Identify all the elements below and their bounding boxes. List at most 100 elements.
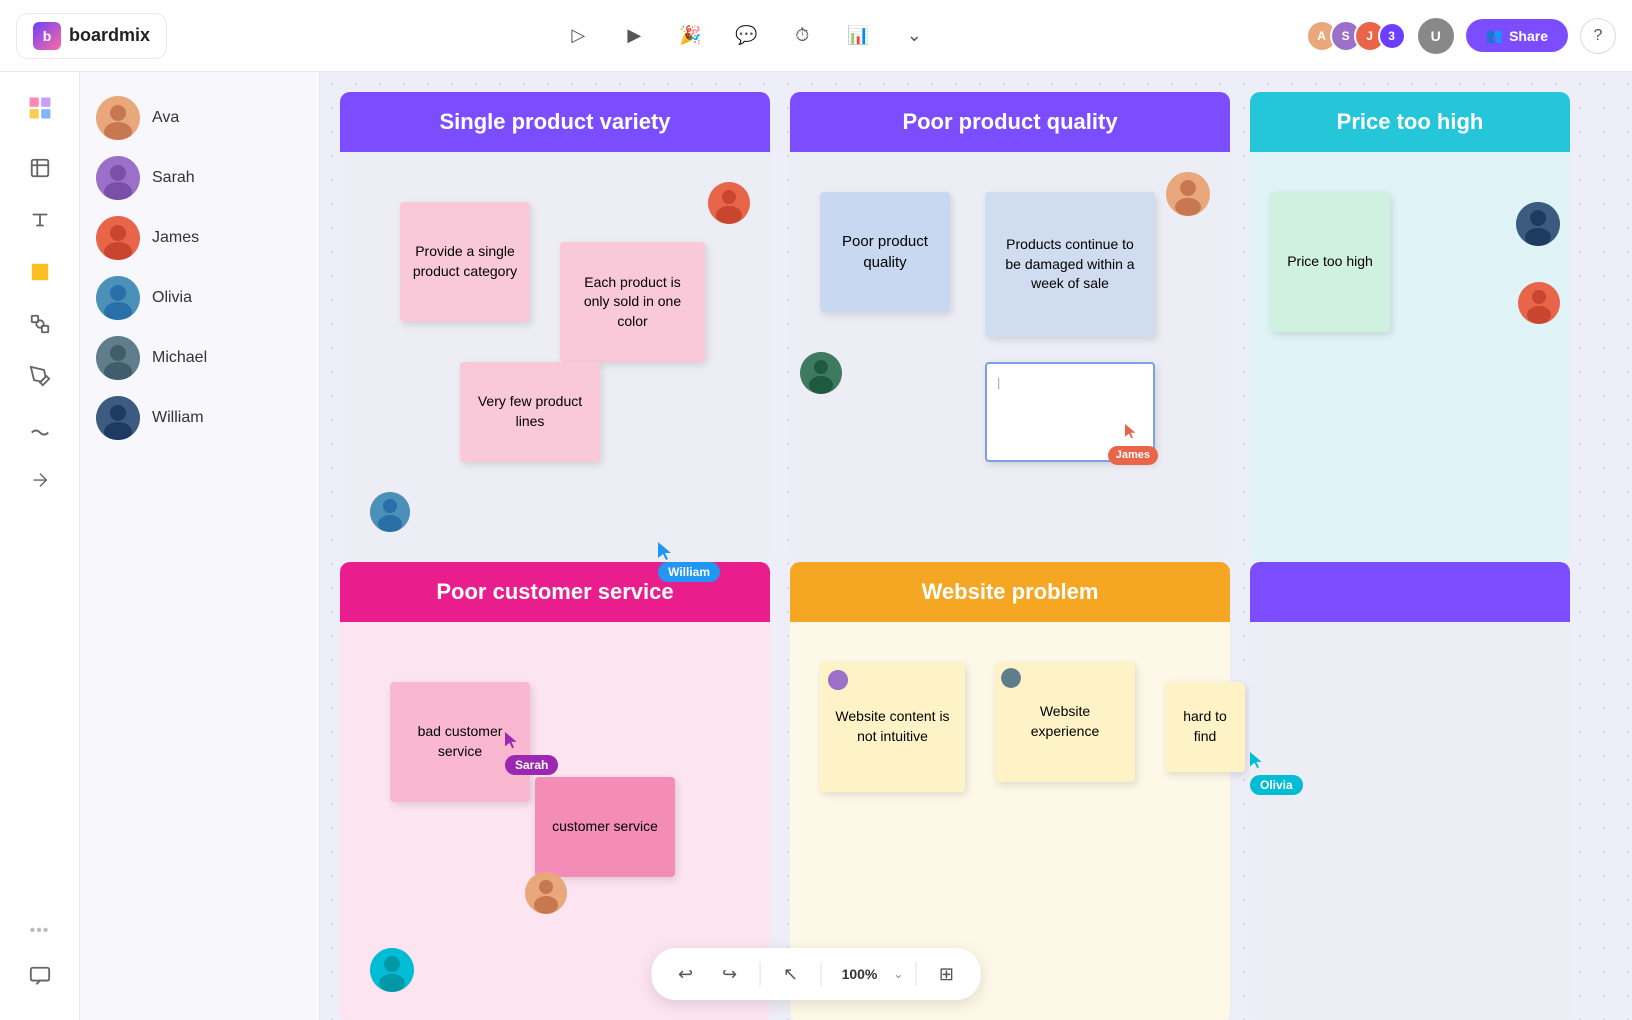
- cursor-button[interactable]: ↖: [773, 956, 809, 992]
- avatar-james: [96, 216, 140, 260]
- mini-avatar-olivia-1: [370, 492, 410, 532]
- sticky-provide-single[interactable]: Provide a single product category: [400, 202, 530, 322]
- sidebar-text[interactable]: [16, 196, 64, 244]
- sticky-website-intuitive[interactable]: Website content is not intuitive: [820, 662, 965, 792]
- avatar-sarah: [96, 156, 140, 200]
- current-user-avatar[interactable]: U: [1418, 18, 1454, 54]
- avatar-stack: A S J 3: [1306, 20, 1406, 52]
- tool-timer[interactable]: ⏱: [784, 18, 820, 54]
- user-item-james[interactable]: James: [96, 208, 303, 268]
- map-button[interactable]: ⊞: [928, 956, 964, 992]
- user-name-michael: Michael: [152, 349, 207, 367]
- category-title-poor-service: Poor customer service: [436, 579, 673, 605]
- zoom-level[interactable]: 100%: [834, 966, 886, 982]
- sticky-hard-to-find[interactable]: hard to find: [1165, 682, 1245, 772]
- users-panel: Ava Sarah James O: [80, 72, 320, 1020]
- sidebar-sticky[interactable]: [16, 248, 64, 296]
- user-name-olivia: Olivia: [152, 289, 192, 307]
- sidebar-template[interactable]: [16, 84, 64, 132]
- sticky-price-partial[interactable]: Price too high: [1270, 192, 1390, 332]
- logo-area[interactable]: b boardmix: [16, 13, 167, 59]
- user-name-james: James: [152, 229, 199, 247]
- tool-celebrate[interactable]: 🎉: [672, 18, 708, 54]
- toolbar-divider: [760, 962, 761, 986]
- user-name-william: William: [152, 409, 204, 427]
- sidebar-shapes[interactable]: [16, 300, 64, 348]
- sidebar-draw[interactable]: [16, 404, 64, 452]
- category-header-website: Website problem: [790, 562, 1230, 622]
- category-body-extra: Olivia: [1250, 622, 1570, 1020]
- cursor-william: William: [658, 542, 720, 582]
- tool-comment[interactable]: 💬: [728, 18, 764, 54]
- category-body-price: Price too high: [1250, 152, 1570, 562]
- help-button[interactable]: ?: [1580, 18, 1616, 54]
- tool-present[interactable]: ▶: [616, 18, 652, 54]
- zoom-chevron[interactable]: ⌄: [893, 967, 903, 981]
- tool-more[interactable]: ⌄: [896, 18, 932, 54]
- category-header-price: Price too high: [1250, 92, 1570, 152]
- category-header-single-product: Single product variety: [340, 92, 770, 152]
- avatar-count: 3: [1378, 22, 1406, 50]
- mini-avatar-james-right: [1518, 282, 1560, 324]
- mini-avatar-william-canvas: [1516, 202, 1560, 246]
- sidebar-pen[interactable]: [16, 352, 64, 400]
- avatar-michael: [96, 336, 140, 380]
- user-item-olivia[interactable]: Olivia: [96, 268, 303, 328]
- topbar: b boardmix ▷ ▶ 🎉 💬 ⏱ 📊 ⌄ A S J 3 U 👥 Sha…: [0, 0, 1632, 72]
- user-item-michael[interactable]: Michael: [96, 328, 303, 388]
- topbar-right: A S J 3 U 👥 Share ?: [1306, 18, 1616, 54]
- sticky-few-products[interactable]: Very few product lines: [460, 362, 600, 462]
- category-header-extra: [1250, 562, 1570, 622]
- toolbar-center: ▷ ▶ 🎉 💬 ⏱ 📊 ⌄: [187, 18, 1306, 54]
- logo-icon: b: [33, 22, 61, 50]
- sticky-one-color[interactable]: Each product is only sold in one color: [560, 242, 705, 362]
- category-title-website: Website problem: [922, 579, 1099, 605]
- toolbar-divider-2: [821, 962, 822, 986]
- sticky-poor-quality[interactable]: Poor product quality: [820, 192, 950, 312]
- mini-avatar-ava-service: [525, 872, 567, 914]
- user-name-ava: Ava: [152, 109, 179, 127]
- avatar-olivia: [96, 276, 140, 320]
- avatar-william: [96, 396, 140, 440]
- sticky-customer-service[interactable]: customer service: [535, 777, 675, 877]
- app-name: boardmix: [69, 25, 150, 46]
- cursor-olivia: Olivia: [1250, 752, 1303, 795]
- category-price: Price too high Price too high: [1250, 92, 1570, 562]
- share-button[interactable]: 👥 Share: [1466, 19, 1568, 52]
- avatar-ava: [96, 96, 140, 140]
- sidebar: •••: [0, 72, 80, 1020]
- user-item-sarah[interactable]: Sarah: [96, 148, 303, 208]
- user-name-sarah: Sarah: [152, 169, 195, 187]
- mini-avatar-ava-1: [1166, 172, 1210, 216]
- toolbar-divider-3: [915, 962, 916, 986]
- cursor-sarah: Sarah: [505, 732, 558, 775]
- undo-button[interactable]: ↩: [668, 956, 704, 992]
- sticky-website-experience[interactable]: Website experience: [995, 662, 1135, 782]
- category-single-product: Single product variety Provide a single …: [340, 92, 770, 562]
- sidebar-frame[interactable]: [16, 144, 64, 192]
- sticky-products-damaged[interactable]: Products continue to be damaged within a…: [985, 192, 1155, 337]
- sidebar-dots: •••: [30, 922, 50, 940]
- bottom-toolbar: ↩ ↪ ↖ 100% ⌄ ⊞: [652, 948, 981, 1000]
- category-header-poor-quality: Poor product quality: [790, 92, 1230, 152]
- category-body-poor-quality: Poor product quality Products continue t…: [790, 152, 1230, 562]
- tool-run[interactable]: ▷: [560, 18, 596, 54]
- redo-button[interactable]: ↪: [712, 956, 748, 992]
- sticky-input-empty[interactable]: | James: [985, 362, 1155, 462]
- mini-avatar-james-1: [708, 182, 750, 224]
- sidebar-comments-panel[interactable]: [16, 952, 64, 1000]
- canvas[interactable]: Single product variety Provide a single …: [320, 72, 1632, 1020]
- category-title-price: Price too high: [1317, 109, 1504, 135]
- category-body-single-product: Provide a single product category Each p…: [340, 152, 770, 562]
- category-title-poor-quality: Poor product quality: [902, 109, 1117, 135]
- sidebar-connect[interactable]: [16, 456, 64, 504]
- category-extra: Olivia: [1250, 562, 1570, 1020]
- category-title-single-product: Single product variety: [439, 109, 670, 135]
- category-title-extra: [1387, 579, 1433, 605]
- user-item-william[interactable]: William: [96, 388, 303, 448]
- user-item-ava[interactable]: Ava: [96, 88, 303, 148]
- category-poor-quality: Poor product quality Poor product qualit…: [790, 92, 1230, 562]
- mini-avatar-olivia-service: [370, 948, 414, 992]
- tool-chart[interactable]: 📊: [840, 18, 876, 54]
- mini-avatar-green: [800, 352, 842, 394]
